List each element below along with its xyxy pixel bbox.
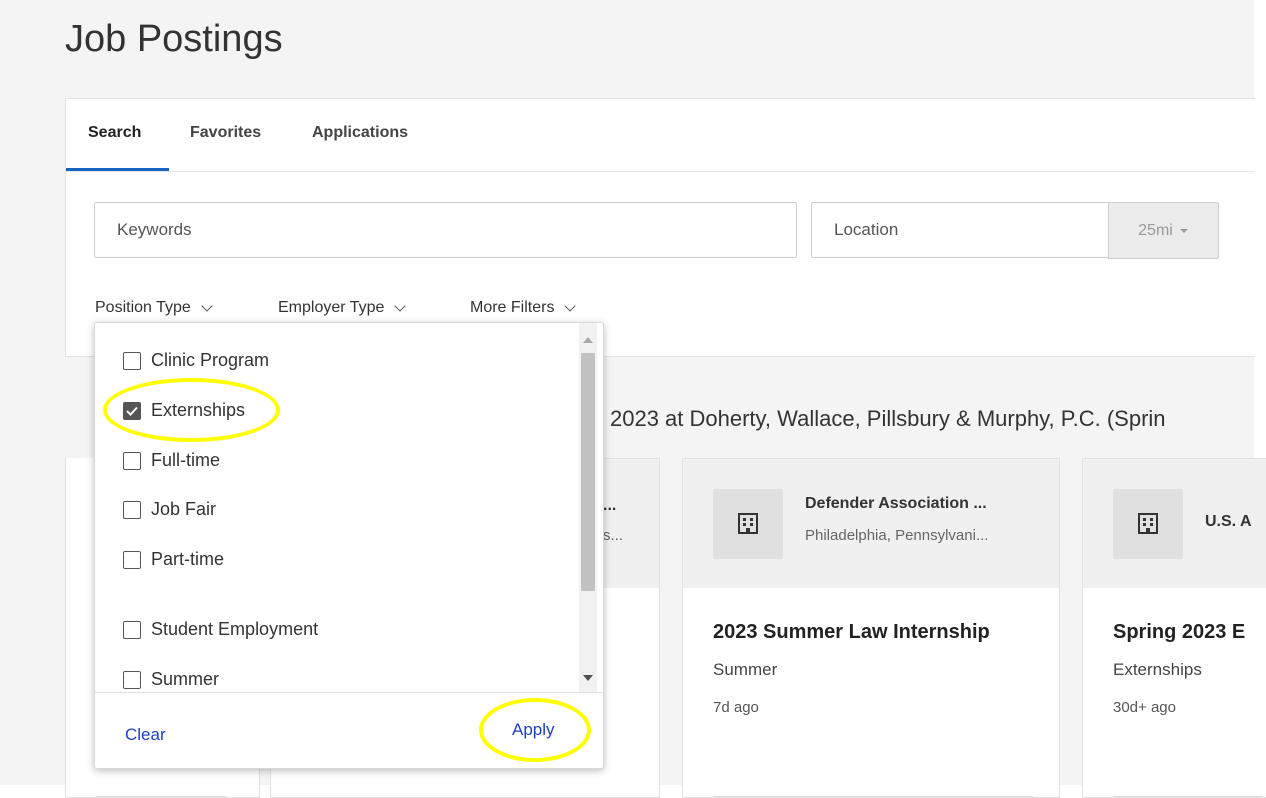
checkbox-icon[interactable] xyxy=(123,451,141,470)
checkbox-icon[interactable] xyxy=(123,500,141,519)
results-heading: 2023 at Doherty, Wallace, Pillsbury & Mu… xyxy=(610,406,1166,431)
keywords-field xyxy=(94,202,797,258)
checkbox-icon[interactable] xyxy=(123,620,141,639)
checkbox-icon[interactable] xyxy=(123,550,141,569)
employer-type-label: Employer Type xyxy=(278,299,385,316)
job-card[interactable]: Defender Association ... Philadelphia, P… xyxy=(682,458,1060,798)
location-input[interactable] xyxy=(812,203,1108,257)
keywords-input[interactable] xyxy=(95,203,796,257)
option-clinic-program[interactable]: Clinic Program xyxy=(123,350,269,371)
active-tab-indicator xyxy=(66,168,169,171)
employer-location: Philadelphia, Pennsylvani... xyxy=(805,527,989,544)
employer-logo xyxy=(1113,489,1183,559)
scroll-down-arrow-icon[interactable] xyxy=(583,675,593,681)
more-filters-label: More Filters xyxy=(470,299,555,316)
chevron-down-icon xyxy=(394,299,407,312)
chevron-down-icon xyxy=(564,299,577,312)
caret-down-icon xyxy=(1179,228,1188,233)
more-filters-button[interactable]: More Filters xyxy=(470,299,577,317)
option-label: Externships xyxy=(151,400,246,420)
job-card[interactable]: U.S. A Spring 2023 E Externships 30d+ ag… xyxy=(1082,458,1266,798)
checkbox-checked-icon[interactable] xyxy=(123,401,141,420)
employer-name[interactable]: U.S. A xyxy=(1205,513,1252,531)
tab-search[interactable]: Search xyxy=(88,124,141,142)
chevron-down-icon xyxy=(201,299,213,312)
employer-name: ... xyxy=(603,497,617,514)
option-full-time[interactable]: Full-time xyxy=(123,450,220,471)
option-externships[interactable]: Externships xyxy=(123,400,245,421)
scroll-up-arrow-icon[interactable] xyxy=(583,337,593,343)
building-icon xyxy=(1138,513,1158,534)
tab-bar: Search Favorites Applications xyxy=(66,99,1255,172)
option-label: Clinic Program xyxy=(151,350,270,370)
location-field xyxy=(811,202,1109,258)
checkbox-icon[interactable] xyxy=(123,670,141,689)
radius-select[interactable]: 25mi xyxy=(1108,202,1219,259)
dropdown-footer: Clear Apply xyxy=(95,692,603,768)
clear-button[interactable]: Clear xyxy=(125,725,166,745)
option-student-employment[interactable]: Student Employment xyxy=(123,619,318,640)
position-type-dropdown: Clinic Program Externships Full-time Job… xyxy=(94,322,604,769)
radius-value: 25mi xyxy=(1138,221,1173,239)
option-label: Summer xyxy=(151,669,220,689)
page-title: Job Postings xyxy=(65,18,283,60)
option-part-time[interactable]: Part-time xyxy=(123,549,224,570)
position-type-filter[interactable]: Position Type xyxy=(95,299,213,317)
job-title[interactable]: Spring 2023 E xyxy=(1113,621,1245,644)
tab-applications[interactable]: Applications xyxy=(312,124,408,142)
dropdown-scrollbar[interactable] xyxy=(579,323,597,692)
job-title[interactable]: 2023 Summer Law Internship xyxy=(713,621,990,644)
option-label: Full-time xyxy=(151,450,221,470)
checkmark-icon xyxy=(126,406,138,416)
building-icon xyxy=(738,513,758,534)
employer-type-filter[interactable]: Employer Type xyxy=(278,299,407,317)
job-type: Externships xyxy=(1113,660,1202,679)
apply-button[interactable]: Apply xyxy=(512,720,555,740)
job-type: Summer xyxy=(713,660,778,679)
posted-age: 7d ago xyxy=(713,699,759,716)
option-label: Part-time xyxy=(151,549,225,569)
option-summer[interactable]: Summer xyxy=(123,669,219,690)
option-job-fair[interactable]: Job Fair xyxy=(123,499,216,520)
posted-age: 30d+ ago xyxy=(1113,699,1176,716)
option-label: Student Employment xyxy=(151,619,319,639)
tab-favorites[interactable]: Favorites xyxy=(190,124,261,142)
option-label: Job Fair xyxy=(151,499,217,519)
scroll-thumb[interactable] xyxy=(581,353,595,591)
position-type-label: Position Type xyxy=(95,299,191,316)
checkbox-icon[interactable] xyxy=(123,351,141,370)
employer-location: s... xyxy=(603,527,624,544)
employer-name[interactable]: Defender Association ... xyxy=(805,495,987,513)
employer-logo xyxy=(713,489,783,559)
